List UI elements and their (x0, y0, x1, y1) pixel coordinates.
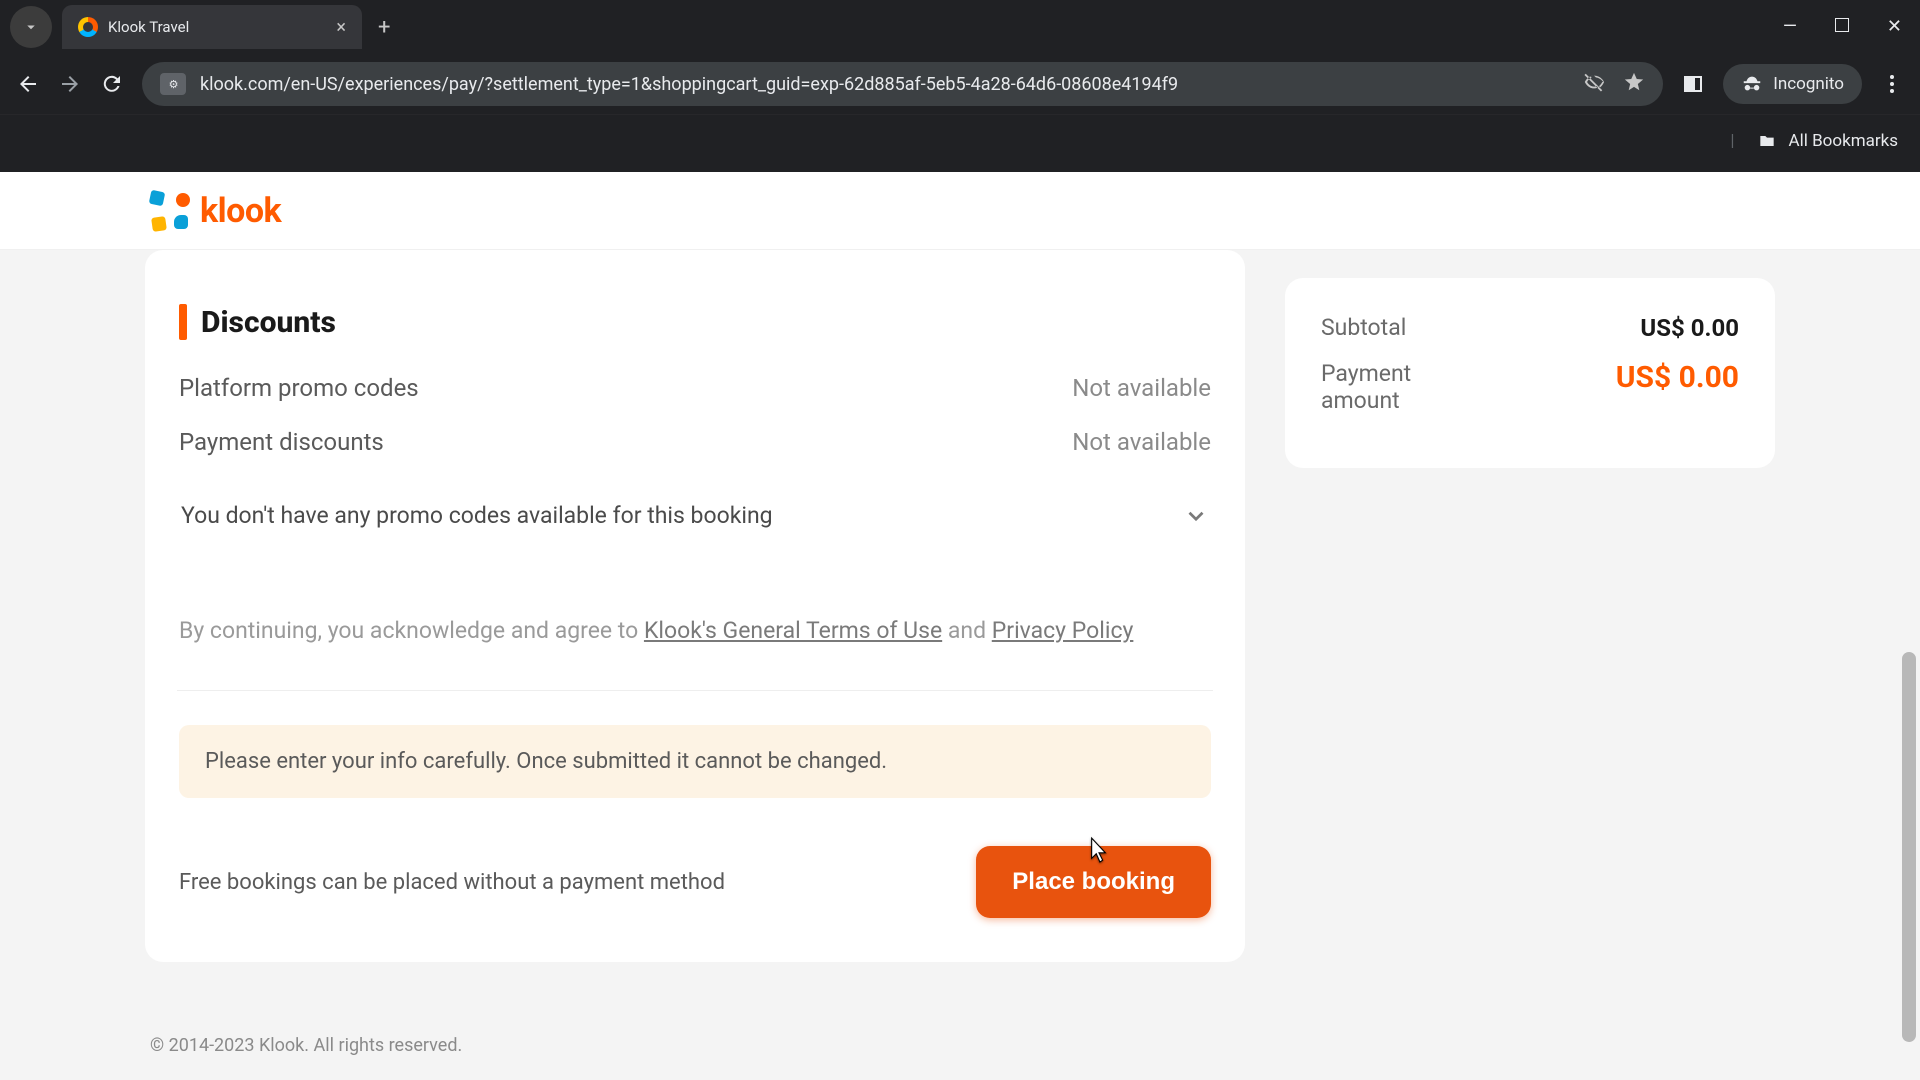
tracking-blocked-icon[interactable] (1583, 71, 1605, 97)
incognito-chip[interactable]: Incognito (1723, 64, 1862, 104)
warning-text: Please enter your info carefully. Once s… (205, 749, 887, 774)
url-text: klook.com/en-US/experiences/pay/?settlem… (200, 74, 1178, 95)
privacy-policy-link[interactable]: Privacy Policy (992, 617, 1134, 644)
subtotal-value: US$ 0.00 (1640, 314, 1739, 342)
tab-title: Klook Travel (108, 18, 189, 36)
promo-codes-text: You don't have any promo codes available… (181, 502, 773, 529)
section-header: Discounts (179, 304, 1211, 340)
order-summary-card: Subtotal US$ 0.00 Payment amount US$ 0.0… (1285, 278, 1775, 468)
free-booking-note: Free bookings can be placed without a pa… (179, 870, 725, 895)
browser-chrome: Klook Travel × + — ✕ ⚙ klook.com/en-US/e… (0, 0, 1920, 172)
place-booking-button[interactable]: Place booking (976, 846, 1211, 918)
platform-promo-row: Platform promo codes Not available (179, 374, 1211, 402)
browser-toolbar: ⚙ klook.com/en-US/experiences/pay/?settl… (0, 54, 1920, 114)
payment-discounts-status: Not available (1072, 428, 1211, 456)
payment-amount-row: Payment amount US$ 0.00 (1321, 360, 1739, 414)
cta-row: Free bookings can be placed without a pa… (179, 846, 1211, 918)
browser-tab[interactable]: Klook Travel × (62, 5, 362, 49)
klook-logo[interactable]: klook (150, 191, 281, 231)
promo-codes-dropdown[interactable]: You don't have any promo codes available… (179, 496, 1211, 535)
incognito-label: Incognito (1773, 74, 1844, 94)
payment-discounts-label: Payment discounts (179, 428, 384, 456)
warning-banner: Please enter your info carefully. Once s… (179, 725, 1211, 798)
bookmark-star-icon[interactable] (1623, 71, 1645, 97)
scrollbar-thumb[interactable] (1902, 652, 1916, 1042)
vertical-scrollbar[interactable] (1900, 172, 1918, 1080)
nav-back-button[interactable] (16, 72, 40, 96)
footer-copyright: © 2014-2023 Klook. All rights reserved. (0, 1035, 1920, 1056)
terms-prefix: By continuing, you acknowledge and agree… (179, 617, 644, 644)
chevron-down-icon (1183, 503, 1209, 529)
payment-amount-label: Payment amount (1321, 360, 1491, 414)
side-panel-button[interactable] (1681, 72, 1705, 96)
new-tab-button[interactable]: + (378, 15, 390, 40)
window-controls: — ✕ (1783, 16, 1902, 37)
platform-promo-label: Platform promo codes (179, 374, 419, 402)
all-bookmarks-button[interactable]: All Bookmarks (1789, 131, 1898, 151)
address-bar[interactable]: ⚙ klook.com/en-US/experiences/pay/?settl… (142, 62, 1663, 106)
terms-mid: and (942, 617, 992, 644)
site-settings-icon[interactable]: ⚙ (160, 73, 186, 95)
bookmarks-folder-icon (1757, 131, 1777, 151)
payment-amount-value: US$ 0.00 (1616, 360, 1739, 395)
site-header: klook (0, 172, 1920, 250)
terms-line: By continuing, you acknowledge and agree… (179, 617, 1211, 644)
klook-logo-icon (150, 191, 190, 231)
discounts-card: Discounts Platform promo codes Not avail… (145, 250, 1245, 962)
payment-discounts-row: Payment discounts Not available (179, 428, 1211, 456)
nav-forward-button[interactable] (58, 72, 82, 96)
tab-favicon-icon (78, 17, 98, 37)
tab-search-button[interactable] (10, 6, 52, 48)
nav-reload-button[interactable] (100, 72, 124, 96)
window-close-button[interactable]: ✕ (1887, 16, 1902, 37)
bookmarks-bar: | All Bookmarks (0, 114, 1920, 166)
section-title: Discounts (201, 305, 336, 340)
terms-of-use-link[interactable]: Klook's General Terms of Use (644, 617, 942, 644)
subtotal-label: Subtotal (1321, 314, 1406, 341)
klook-logo-text: klook (200, 191, 281, 231)
window-minimize-button[interactable]: — (1783, 16, 1797, 37)
subtotal-row: Subtotal US$ 0.00 (1321, 314, 1739, 342)
chrome-menu-button[interactable] (1880, 72, 1904, 96)
page-viewport: klook Discounts Platform promo codes Not… (0, 172, 1920, 1080)
divider (177, 690, 1213, 691)
tab-strip: Klook Travel × + — ✕ (0, 0, 1920, 54)
window-maximize-button[interactable] (1835, 16, 1849, 37)
section-accent-bar (179, 304, 187, 340)
platform-promo-status: Not available (1072, 374, 1211, 402)
tab-close-icon[interactable]: × (336, 17, 346, 38)
